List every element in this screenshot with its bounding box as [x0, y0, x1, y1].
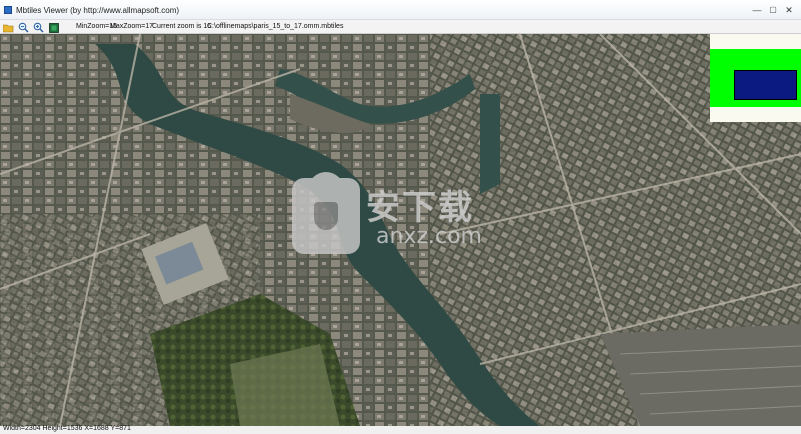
current-zoom-label: Current zoom is 16	[152, 23, 212, 30]
layer-icon[interactable]	[48, 22, 59, 33]
open-folder-icon[interactable]	[3, 22, 14, 33]
watermark-url-text: anxz.com	[376, 224, 482, 249]
close-button[interactable]: ✕	[780, 4, 798, 16]
watermark: 安下载 anxz.com	[292, 172, 512, 258]
zoom-in-icon[interactable]	[33, 22, 44, 33]
max-zoom-label: MaxZoom=17	[110, 23, 153, 30]
watermark-bag-icon	[292, 172, 360, 254]
file-path-label: C:\offlinemaps\paris_15_to_17.omm.mbtile…	[207, 23, 344, 30]
window-title: Mbtiles Viewer (by http://www.allmapsoft…	[16, 6, 180, 15]
status-bar: Width=2304 Height=1536 X=1688 Y=871	[0, 425, 801, 434]
title-bar: Mbtiles Viewer (by http://www.allmapsoft…	[0, 0, 801, 20]
status-text: Width=2304 Height=1536 X=1688 Y=871	[3, 425, 131, 432]
watermark-chinese-text: 安下载	[366, 188, 474, 228]
overview-viewport[interactable]	[734, 70, 797, 100]
zoom-out-icon[interactable]	[18, 22, 29, 33]
shield-icon	[314, 202, 338, 230]
overview-map[interactable]	[710, 34, 801, 122]
app-icon	[4, 6, 12, 14]
toolbar: MinZoom=15 MaxZoom=17 Current zoom is 16…	[0, 20, 801, 34]
